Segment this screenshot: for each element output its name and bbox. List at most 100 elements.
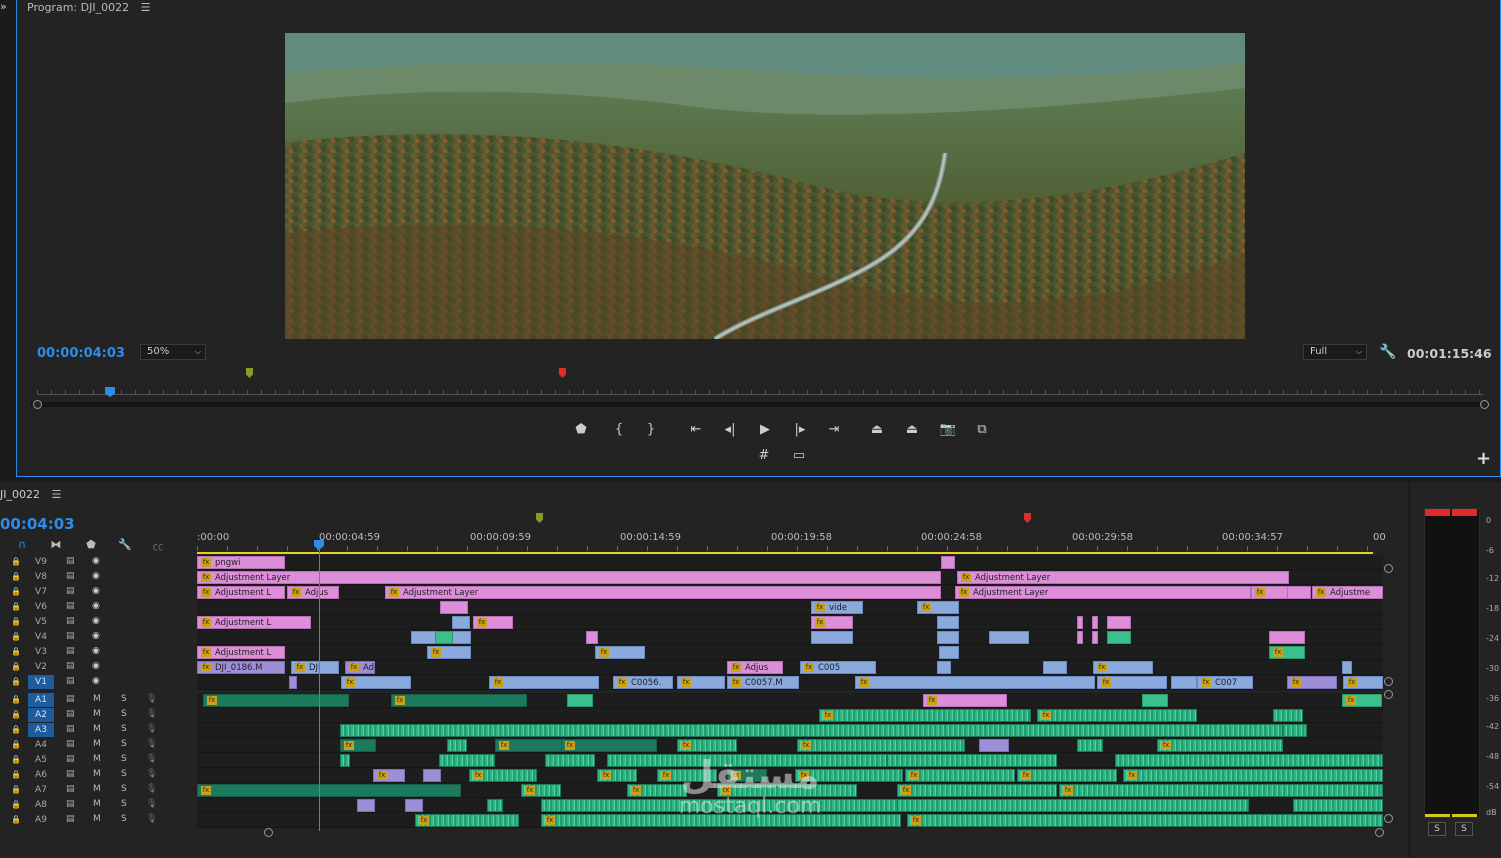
mute-button[interactable]: M [93,784,101,794]
clip[interactable]: fx [855,676,1095,689]
hscroll-handle-left[interactable] [264,828,273,837]
sync-lock-icon[interactable]: ▤ [66,814,75,824]
sync-lock-icon[interactable]: ▤ [66,754,75,764]
track-target[interactable]: A3 [28,723,54,737]
clip[interactable]: fx [923,694,1007,707]
track-target[interactable]: A5 [28,753,54,767]
clip[interactable] [989,631,1029,644]
lift-icon[interactable]: ⏏ [868,422,886,438]
clip[interactable] [289,676,297,689]
mute-button[interactable]: M [93,754,101,764]
microphone-icon[interactable]: 🎙 [146,724,157,734]
zoom-dropdown[interactable]: 50% ⌵ [140,344,206,360]
clip[interactable] [447,739,467,752]
clip[interactable]: fx pngwi [197,556,285,569]
lock-icon[interactable]: 🔒 [11,785,21,794]
clip[interactable] [1283,724,1307,737]
clip[interactable]: fx [415,814,519,827]
zoom-handle-left[interactable] [33,400,42,409]
clip[interactable]: fx [905,769,1015,782]
solo-button[interactable]: S [121,739,127,749]
expand-panels-icon[interactable]: » [0,0,14,14]
mute-button[interactable]: M [93,739,101,749]
sync-lock-icon[interactable]: ▤ [66,724,75,734]
time-ruler[interactable]: :00:00 00:00:04:59 00:00:09:59 00:00:14:59 0… [197,532,1386,546]
clip[interactable] [937,616,959,629]
track-lane[interactable] [197,723,1383,738]
lock-icon[interactable]: 🔒 [11,800,21,809]
clip[interactable] [423,769,441,782]
lock-icon[interactable]: 🔒 [11,632,21,641]
sync-lock-icon[interactable]: ▤ [66,784,75,794]
track-lane[interactable]: fx Adjustment L fx fx [197,615,1383,630]
clip[interactable] [439,754,495,767]
clip[interactable]: fx [427,646,471,659]
clip[interactable]: fx [1343,676,1383,689]
clip[interactable] [1115,754,1383,767]
sync-lock-icon[interactable]: ▤ [66,676,75,686]
clip[interactable] [357,799,375,812]
clip[interactable]: fx DJI [291,661,339,674]
clip[interactable]: fx [469,769,537,782]
track-target[interactable]: V2 [28,660,54,674]
clip[interactable] [1293,799,1383,812]
microphone-icon[interactable]: 🎙 [146,784,157,794]
clip[interactable] [1077,739,1103,752]
lock-icon[interactable]: 🔒 [11,572,21,581]
clip[interactable]: fx [597,769,637,782]
clip[interactable] [545,754,595,767]
track-target[interactable]: A6 [28,768,54,782]
clip[interactable]: fx [1157,739,1283,752]
clip[interactable]: fx [1123,769,1383,782]
clip[interactable] [1077,631,1083,644]
clip[interactable]: fx [341,676,411,689]
clip[interactable]: fx [197,784,461,797]
clip[interactable]: fx Adjus [727,661,783,674]
step-back-icon[interactable]: ◂| [721,422,739,438]
solo-button[interactable]: S [121,814,127,824]
clip[interactable] [435,631,453,644]
solo-button[interactable]: S [121,694,127,704]
clip[interactable] [1107,616,1131,629]
clip[interactable] [1273,709,1303,722]
track-lane[interactable]: fx fx fx C0056. fx fx C0057.M fx fx fx C007 fx fx [197,675,1383,690]
zoom-scroll-bar[interactable] [31,402,1489,407]
clip[interactable]: fx [897,784,1057,797]
lock-icon[interactable]: 🔒 [11,740,21,749]
clip[interactable] [811,631,853,644]
clip[interactable] [1043,661,1067,674]
clip[interactable]: fx [907,814,1383,827]
track-target[interactable]: V5 [28,615,54,629]
clip[interactable]: fx [203,694,349,707]
microphone-icon[interactable]: 🎙 [146,769,157,779]
clip[interactable] [586,631,598,644]
track-lane[interactable]: fx pngwi [197,555,1383,570]
sync-lock-icon[interactable]: ▤ [66,631,75,641]
clip[interactable] [452,616,470,629]
track-target[interactable]: V7 [28,585,54,599]
clip[interactable] [979,739,1009,752]
lock-icon[interactable]: 🔒 [11,695,21,704]
panel-menu-icon[interactable]: ☰ [51,488,61,501]
out-point-marker[interactable] [559,368,566,378]
clip[interactable] [1107,631,1131,644]
eye-icon[interactable]: ◉ [92,661,100,671]
track-target[interactable]: A4 [28,738,54,752]
clip[interactable] [937,631,959,644]
clip[interactable]: fx [677,676,725,689]
clip[interactable]: fx [1269,646,1305,659]
lock-icon[interactable]: 🔒 [11,602,21,611]
work-area-bar[interactable] [197,552,1373,554]
track-lane[interactable]: fx vide fx [197,600,1383,615]
track-target[interactable]: A7 [28,783,54,797]
compare-view-icon[interactable]: ⧉ [973,422,991,438]
sync-lock-icon[interactable]: ▤ [66,694,75,704]
clip[interactable]: fx [1287,676,1337,689]
peak-indicator-left[interactable] [1425,509,1450,516]
vr-video-icon[interactable]: ▭ [790,448,808,464]
clip[interactable]: fx [677,739,737,752]
sync-lock-icon[interactable]: ▤ [66,739,75,749]
clip[interactable]: fx [489,676,599,689]
sync-lock-icon[interactable]: ▤ [66,601,75,611]
clip[interactable]: fx [473,616,513,629]
